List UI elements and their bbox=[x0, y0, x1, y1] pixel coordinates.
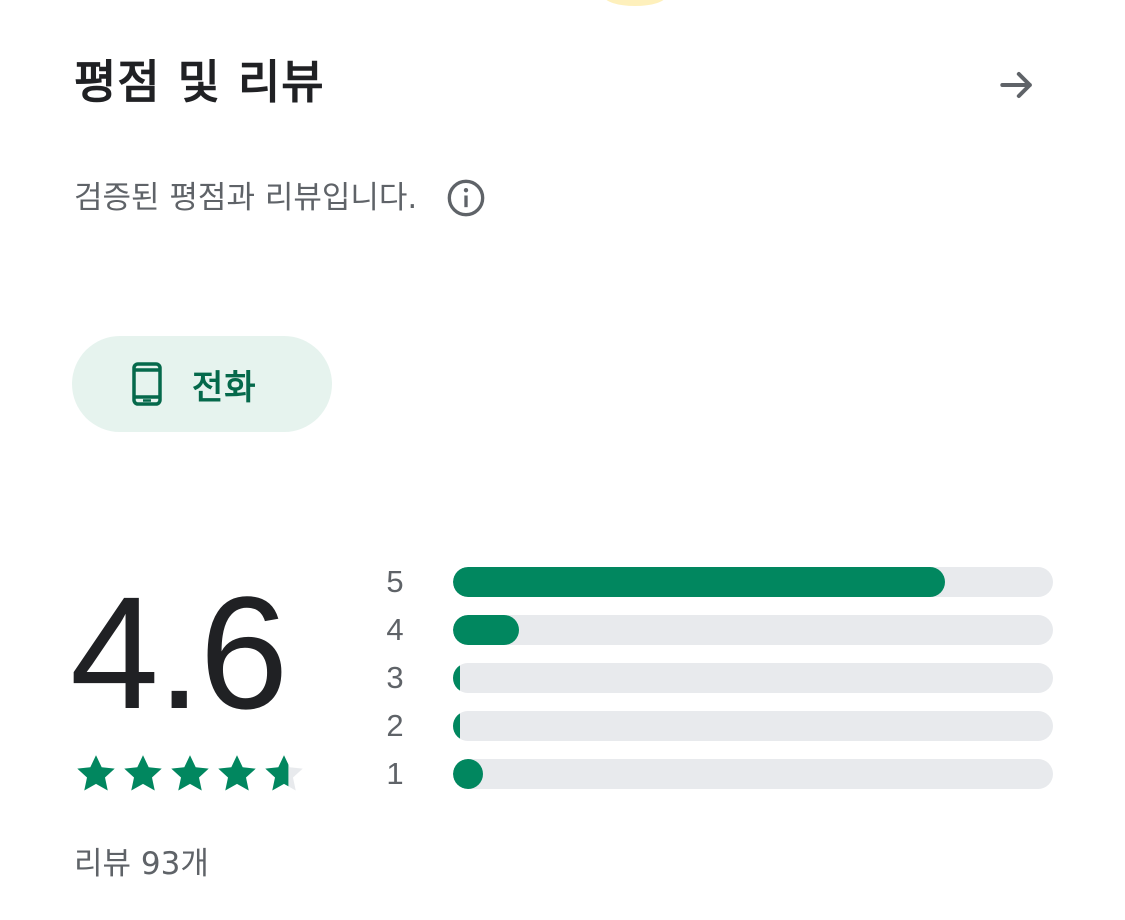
histogram-row-3: 3 bbox=[380, 658, 1060, 706]
top-glow-decoration bbox=[604, 0, 666, 6]
section-title: 평점 및 리뷰 bbox=[74, 55, 325, 109]
star-full-icon bbox=[171, 755, 209, 791]
see-all-button[interactable] bbox=[990, 58, 1044, 112]
arrow-right-icon bbox=[1000, 71, 1032, 99]
phone-icon bbox=[132, 362, 162, 406]
star-full-icon bbox=[77, 755, 115, 791]
histogram-bar bbox=[453, 759, 483, 789]
verified-subtitle: 검증된 평점과 리뷰입니다. bbox=[74, 180, 418, 216]
device-filter-label: 전화 bbox=[192, 367, 257, 408]
histogram-row-4: 4 bbox=[380, 610, 1060, 658]
histogram-track bbox=[453, 711, 1053, 741]
histogram-label: 1 bbox=[386, 756, 404, 791]
histogram-track bbox=[453, 663, 1053, 693]
rating-histogram: 5 4 3 2 1 bbox=[380, 562, 1060, 802]
histogram-label: 5 bbox=[386, 564, 404, 599]
star-half-icon bbox=[265, 755, 303, 791]
star-rating bbox=[74, 752, 306, 796]
histogram-bar bbox=[453, 663, 460, 693]
histogram-track bbox=[453, 615, 1053, 645]
histogram-track bbox=[453, 759, 1053, 789]
average-rating: 4.6 bbox=[70, 563, 288, 742]
info-button[interactable] bbox=[445, 177, 487, 219]
histogram-bar bbox=[453, 615, 519, 645]
info-icon bbox=[447, 179, 485, 217]
histogram-row-2: 2 bbox=[380, 706, 1060, 754]
histogram-row-5: 5 bbox=[380, 562, 1060, 610]
histogram-label: 4 bbox=[386, 612, 404, 647]
histogram-label: 3 bbox=[386, 660, 404, 695]
histogram-label: 2 bbox=[386, 708, 404, 743]
star-full-icon bbox=[218, 755, 256, 791]
subtitle-row: 검증된 평점과 리뷰입니다. bbox=[74, 172, 487, 224]
star-full-icon bbox=[124, 755, 162, 791]
histogram-track bbox=[453, 567, 1053, 597]
histogram-row-1: 1 bbox=[380, 754, 1060, 802]
histogram-bar bbox=[453, 711, 460, 741]
device-filter-chip-phone[interactable]: 전화 bbox=[72, 336, 332, 432]
histogram-bar bbox=[453, 567, 945, 597]
review-count: 리뷰 93개 bbox=[74, 846, 209, 882]
